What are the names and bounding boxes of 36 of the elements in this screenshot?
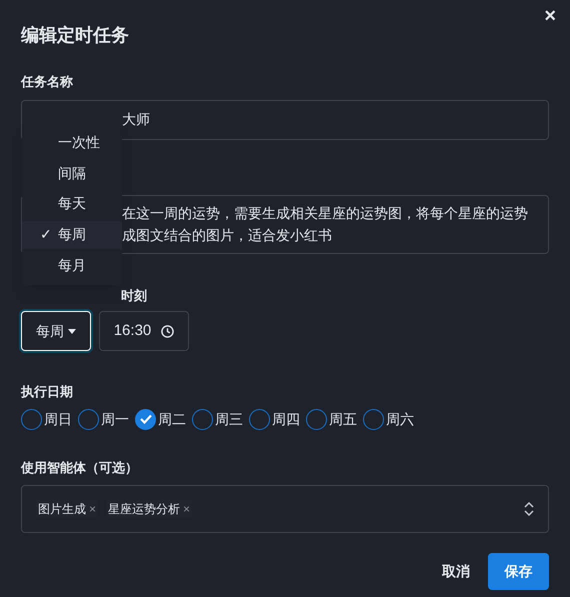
- cancel-button[interactable]: 取消: [434, 553, 478, 590]
- frequency-select[interactable]: 每周: [21, 311, 91, 351]
- checkbox[interactable]: [192, 408, 213, 430]
- multi-select[interactable]: 图片生成 × 星座运势分析 ×: [21, 485, 549, 533]
- field-label: 执行日期: [21, 383, 73, 401]
- checkbox-label: 周六: [386, 410, 414, 428]
- check-icon: [140, 414, 152, 424]
- menu-item[interactable]: ✓ 每周: [22, 220, 122, 249]
- checkbox[interactable]: [78, 408, 99, 430]
- caret-icon: [68, 328, 76, 334]
- time-field[interactable]: 16:30: [99, 311, 189, 351]
- dialog-title: 编辑定时任务: [21, 24, 129, 47]
- save-button[interactable]: 保存: [488, 553, 549, 590]
- close-button[interactable]: ×: [544, 6, 556, 26]
- checkbox-label: 周五: [329, 410, 357, 428]
- chevron-up-down-icon: [524, 502, 534, 516]
- checkbox-label: 周一: [101, 410, 129, 428]
- remove-button[interactable]: ×: [183, 500, 190, 518]
- checkbox[interactable]: [306, 408, 327, 430]
- menu-item[interactable]: 间隔: [22, 159, 122, 188]
- checkbox-label: 周日: [44, 410, 72, 428]
- remove-button[interactable]: ×: [89, 500, 96, 518]
- check-icon: ✓: [40, 224, 52, 246]
- field-label: 任务名称: [21, 73, 73, 91]
- checkbox[interactable]: [249, 408, 270, 430]
- field-label: 时刻: [121, 286, 147, 304]
- checkbox[interactable]: [21, 408, 42, 430]
- clock-icon: [161, 324, 174, 338]
- menu-item[interactable]: 每月: [22, 252, 122, 280]
- tag: 星座运势分析 ×: [106, 500, 192, 518]
- checkbox[interactable]: [135, 408, 156, 430]
- field-label: 使用智能体（可选）: [21, 458, 138, 476]
- checkbox-label: 周二: [158, 410, 186, 428]
- checkbox-label: 周四: [272, 410, 300, 428]
- checkbox[interactable]: [363, 408, 384, 430]
- checkbox-label: 周三: [215, 410, 243, 428]
